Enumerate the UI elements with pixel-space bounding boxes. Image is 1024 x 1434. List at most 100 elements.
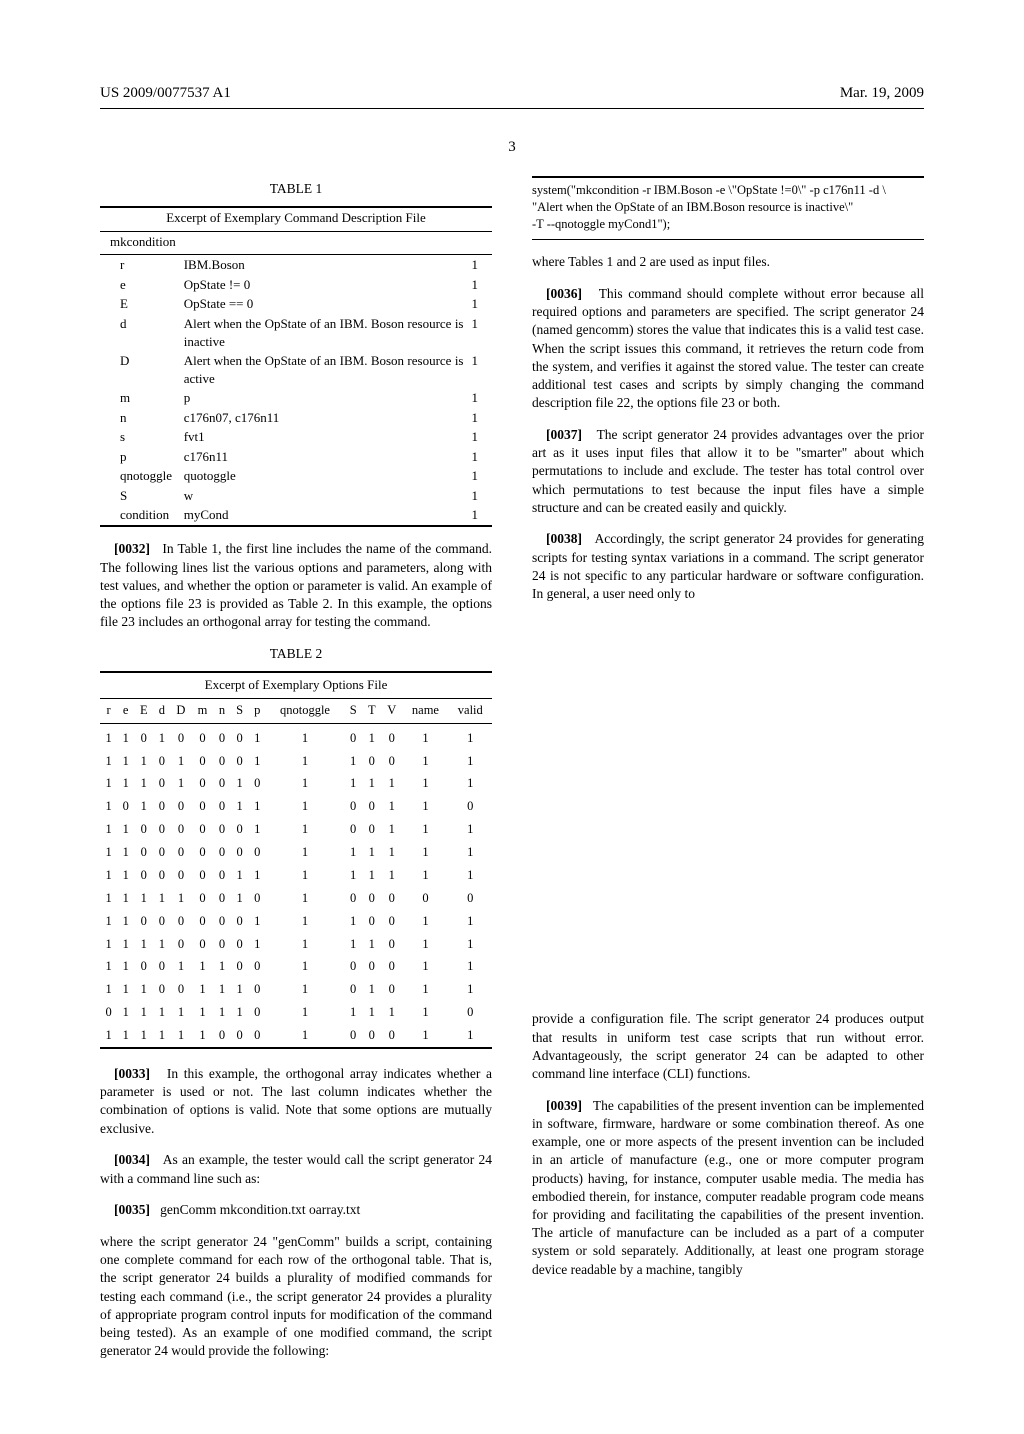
table-row: 111100001111011 (100, 933, 492, 956)
data-cell: 0 (170, 795, 191, 818)
data-cell: 0 (134, 841, 153, 864)
data-cell: 0 (362, 910, 381, 933)
col-header: valid (449, 698, 492, 723)
data-cell: 1 (249, 933, 266, 956)
val-cell: quotoggle (180, 466, 468, 486)
data-cell: 1 (402, 750, 448, 773)
data-cell: 0 (117, 795, 134, 818)
col-header: p (249, 698, 266, 723)
val-cell: Alert when the OpState of an IBM. Boson … (180, 351, 468, 388)
col-header: d (153, 698, 170, 723)
data-cell: 0 (362, 955, 381, 978)
data-cell: 1 (362, 772, 381, 795)
flag-cell: 1 (468, 447, 493, 467)
data-cell: 1 (249, 818, 266, 841)
data-cell: 0 (213, 933, 230, 956)
data-cell: 1 (266, 818, 344, 841)
data-cell: 0 (362, 1024, 381, 1047)
data-cell: 1 (134, 933, 153, 956)
table-row: DAlert when the OpState of an IBM. Boson… (100, 351, 492, 388)
data-cell: 1 (191, 1001, 213, 1024)
column-gap (532, 617, 924, 997)
para-text: As an example, the tester would call the… (100, 1152, 492, 1185)
data-cell: 0 (170, 723, 191, 749)
data-cell: 1 (266, 1024, 344, 1047)
data-cell: 1 (402, 818, 448, 841)
data-cell: 1 (170, 772, 191, 795)
flag-cell: 1 (468, 351, 493, 388)
data-cell: 1 (266, 910, 344, 933)
data-cell: 1 (134, 1024, 153, 1047)
data-cell: 0 (231, 1024, 249, 1047)
data-cell: 1 (249, 864, 266, 887)
val-cell: OpState != 0 (180, 275, 468, 295)
data-cell: 0 (191, 910, 213, 933)
data-cell: 0 (249, 1024, 266, 1047)
data-cell: 1 (449, 818, 492, 841)
data-cell: 1 (100, 841, 117, 864)
val-cell: c176n07, c176n11 (180, 408, 468, 428)
data-cell: 0 (170, 841, 191, 864)
code-line: -T --qnotoggle myCond1"); (532, 217, 670, 231)
data-cell: 1 (344, 910, 362, 933)
data-cell: 0 (191, 772, 213, 795)
flag-cell: 1 (468, 505, 493, 525)
para-32: [0032] In Table 1, the first line includ… (100, 540, 492, 631)
data-cell: 1 (100, 955, 117, 978)
data-cell: 1 (213, 955, 230, 978)
col-header: V (381, 698, 402, 723)
data-cell: 1 (100, 723, 117, 749)
para-text: The script generator 24 provides advanta… (532, 427, 924, 515)
data-cell: 1 (449, 772, 492, 795)
para-37: [0037] The script generator 24 provides … (532, 426, 924, 517)
data-cell: 1 (266, 933, 344, 956)
col-header: S (231, 698, 249, 723)
data-cell: 1 (100, 750, 117, 773)
page: US 2009/0077537 A1 Mar. 19, 2009 3 TABLE… (0, 0, 1024, 1434)
data-cell: 0 (170, 818, 191, 841)
para-num: [0034] (114, 1152, 150, 1167)
col-header: name (402, 698, 448, 723)
data-cell: 1 (231, 864, 249, 887)
data-cell: 1 (249, 750, 266, 773)
left-column: TABLE 1 Excerpt of Exemplary Command Des… (100, 176, 492, 1374)
flag-cell: 1 (468, 486, 493, 506)
data-cell: 1 (153, 933, 170, 956)
para-text: The capabilities of the present inventio… (532, 1098, 924, 1277)
flag-cell: 1 (468, 408, 493, 428)
data-cell: 0 (153, 864, 170, 887)
data-cell: 0 (153, 795, 170, 818)
para-34: [0034] As an example, the tester would c… (100, 1151, 492, 1187)
opt-cell: e (100, 275, 180, 295)
data-cell: 1 (402, 795, 448, 818)
data-cell: 0 (381, 910, 402, 933)
table-row: 111010010111111 (100, 772, 492, 795)
data-cell: 0 (344, 795, 362, 818)
val-cell: fvt1 (180, 427, 468, 447)
table2-subtitle: Excerpt of Exemplary Options File (100, 673, 492, 698)
col-header: qnotoggle (266, 698, 344, 723)
data-cell: 0 (249, 887, 266, 910)
data-cell: 0 (213, 818, 230, 841)
data-cell: 1 (362, 978, 381, 1001)
data-cell: 1 (449, 955, 492, 978)
data-cell: 1 (134, 795, 153, 818)
data-cell: 1 (170, 955, 191, 978)
opt-cell: E (100, 294, 180, 314)
data-cell: 0 (344, 818, 362, 841)
data-cell: 1 (100, 818, 117, 841)
para-num: [0039] (546, 1098, 582, 1113)
opt-cell: p (100, 447, 180, 467)
col-header: r (100, 698, 117, 723)
data-cell: 0 (231, 933, 249, 956)
data-cell: 0 (100, 1001, 117, 1024)
col-header: e (117, 698, 134, 723)
table1-subtitle: Excerpt of Exemplary Command Description… (100, 208, 492, 231)
data-cell: 0 (134, 955, 153, 978)
para-text: This command should complete without err… (532, 286, 924, 410)
data-cell: 0 (153, 772, 170, 795)
data-cell: 1 (117, 841, 134, 864)
data-cell: 0 (381, 1024, 402, 1047)
data-cell: 1 (191, 1024, 213, 1047)
table-row: 110100001101011 (100, 723, 492, 749)
